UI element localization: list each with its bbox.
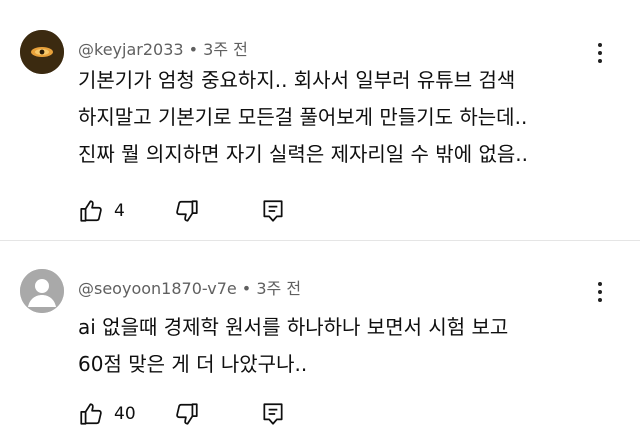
- dislike-button[interactable]: [174, 399, 204, 429]
- comment-text: ai 없을때 경제학 원서를 하나하나 보면서 시험 보고 60점 맞은 게 더…: [78, 309, 598, 383]
- comment-text: 기본기가 엄청 중요하지.. 회사서 일부러 유튜브 검색 하지말고 기본기로 …: [78, 62, 598, 173]
- comment-text-line: 진짜 뭘 의지하면 자기 실력은 제자리일 수 밖에 없음..: [78, 142, 528, 166]
- comment-text-line: 하지말고 기본기로 모든걸 풀어보게 만들기도 하는데..: [78, 105, 528, 129]
- comment-author[interactable]: @seoyoon1870-v7e: [78, 279, 237, 298]
- comment-text-line: ai 없을때 경제학 원서를 하나하나 보면서 시험 보고: [78, 315, 509, 339]
- more-options-button[interactable]: [588, 38, 612, 68]
- meta-separator: •: [236, 279, 257, 298]
- thumbs-up-icon: [80, 403, 102, 425]
- like-button[interactable]: 4: [78, 196, 148, 226]
- dislike-button[interactable]: [174, 196, 204, 226]
- comment-thread: @seoyoon1870-v7e • 3주 전 ai 없을때 경제학 원서를 하…: [0, 240, 640, 441]
- comment-time[interactable]: 3주 전: [203, 40, 248, 59]
- thumbs-up-icon: [80, 200, 102, 222]
- reply-button[interactable]: [260, 399, 290, 429]
- like-count: 40: [114, 404, 136, 424]
- meta-separator: •: [183, 40, 204, 59]
- thumbs-down-icon: [176, 403, 198, 425]
- reply-button[interactable]: [260, 196, 290, 226]
- like-count: 4: [114, 201, 125, 221]
- comment-text-line: 기본기가 엄청 중요하지.. 회사서 일부러 유튜브 검색: [78, 68, 516, 92]
- comment-time[interactable]: 3주 전: [256, 279, 301, 298]
- thumbs-down-icon: [176, 200, 198, 222]
- comment-meta: @keyjar2033 • 3주 전: [78, 36, 248, 60]
- comment-meta: @seoyoon1870-v7e • 3주 전: [78, 275, 301, 299]
- reply-icon: [263, 403, 283, 425]
- avatar[interactable]: [20, 30, 64, 74]
- avatar[interactable]: [20, 269, 64, 313]
- more-options-button[interactable]: [588, 277, 612, 307]
- reply-icon: [263, 200, 283, 222]
- comment-author[interactable]: @keyjar2033: [78, 40, 184, 59]
- comment-text-line: 60점 맞은 게 더 나았구나..: [78, 352, 308, 376]
- comment-thread: @keyjar2033 • 3주 전 기본기가 엄청 중요하지.. 회사서 일부…: [0, 0, 640, 240]
- default-user-avatar-icon: [20, 269, 64, 313]
- like-button[interactable]: 40: [78, 399, 148, 429]
- eye-avatar-icon: [20, 30, 64, 74]
